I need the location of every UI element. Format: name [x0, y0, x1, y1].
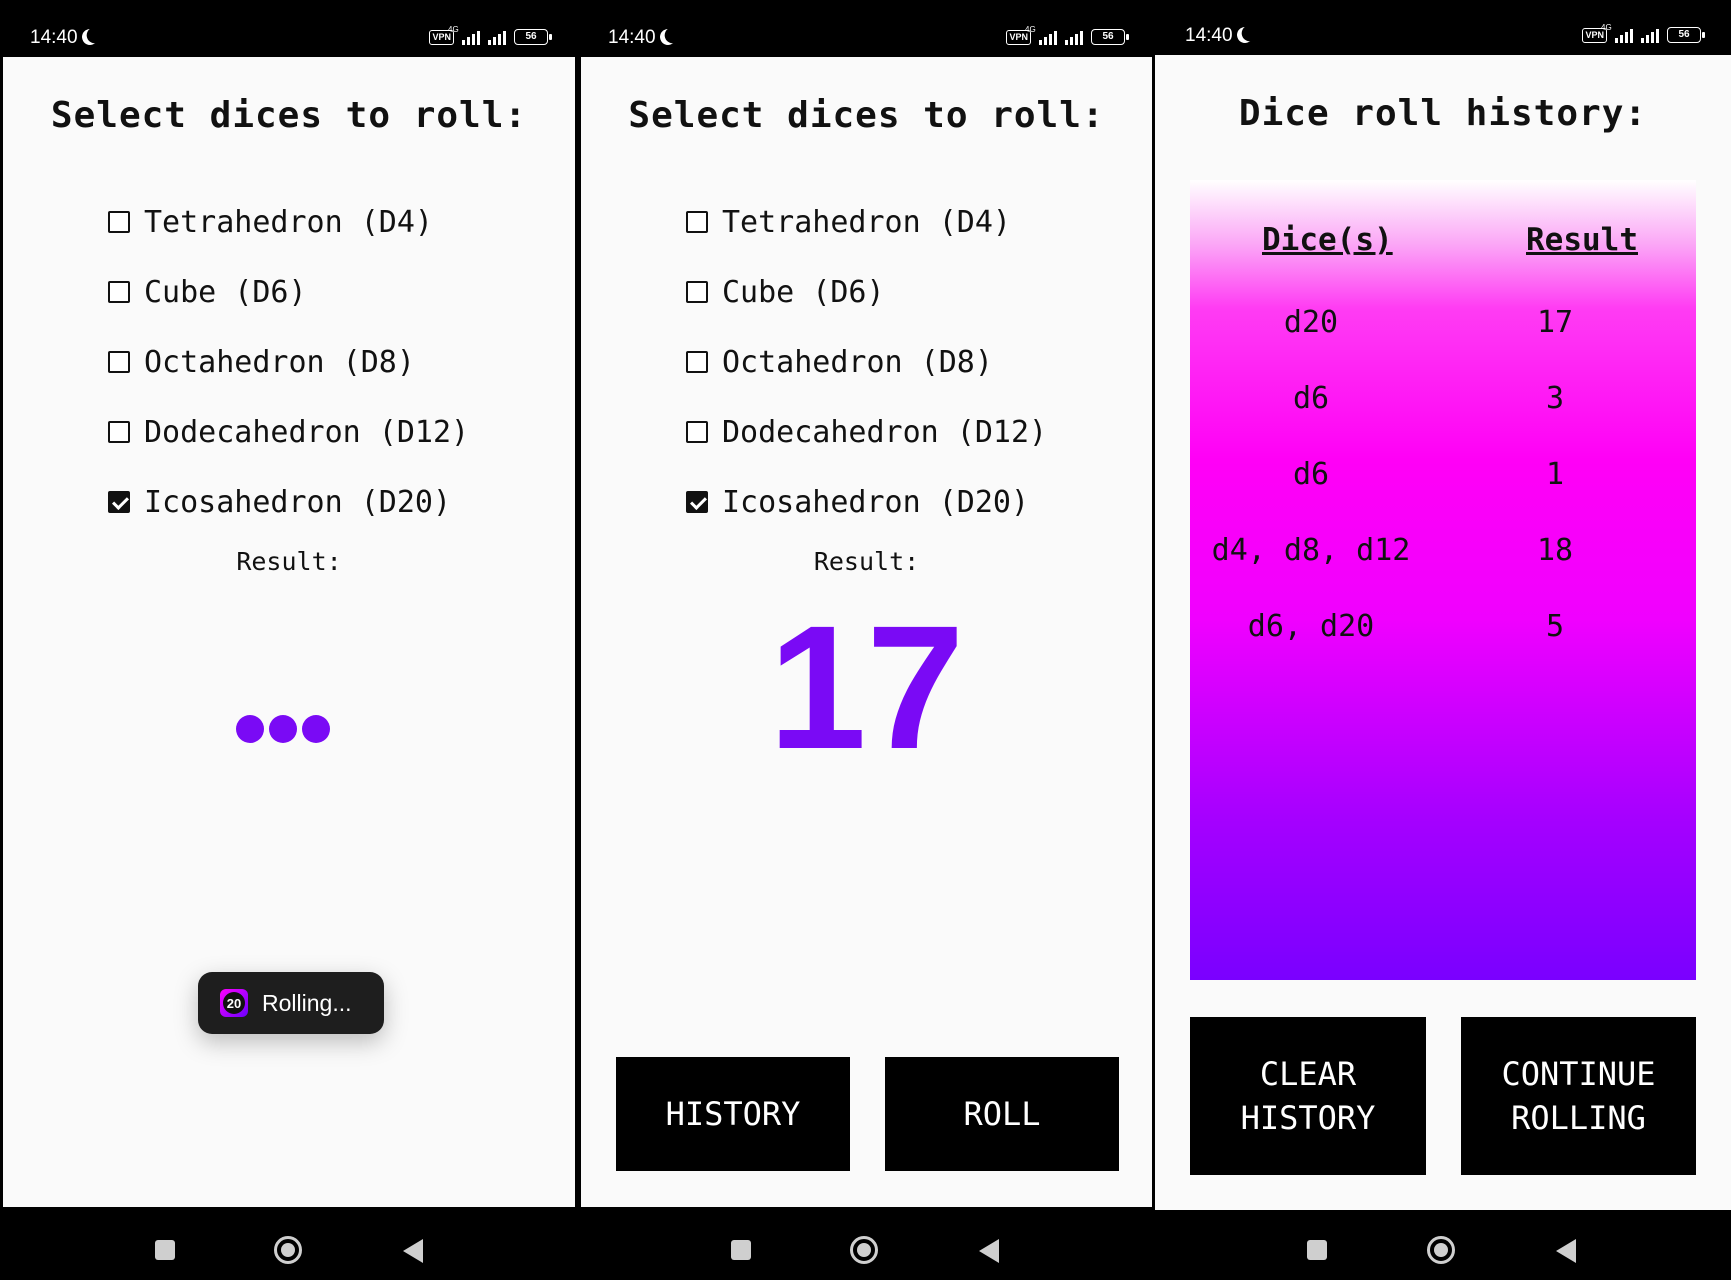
- rolling-toast: 20 Rolling...: [198, 972, 384, 1034]
- checkbox[interactable]: [686, 281, 708, 303]
- moon-icon: [1234, 25, 1255, 46]
- result-label: Result:: [236, 547, 342, 576]
- history-table: Dice(s) Result d20 17 d6 3 d6 1 d4, d8, d12…: [1190, 180, 1696, 980]
- dice-option-d12[interactable]: Dodecahedron (D12): [108, 397, 469, 467]
- table-row: d4, d8, d12 18: [1211, 533, 1574, 568]
- checkbox[interactable]: [108, 351, 130, 373]
- home-icon[interactable]: [850, 1236, 878, 1264]
- home-icon[interactable]: [274, 1236, 302, 1264]
- checkbox[interactable]: [108, 211, 130, 233]
- back-icon[interactable]: [1556, 1239, 1576, 1263]
- moon-icon: [657, 27, 678, 48]
- status-bar: 14:40 VPN 4G 56: [0, 0, 578, 57]
- back-icon[interactable]: [979, 1239, 999, 1263]
- moon-icon: [79, 27, 100, 48]
- nav-bar: [1155, 1210, 1731, 1280]
- checkbox[interactable]: [108, 421, 130, 443]
- dice-option-d4[interactable]: Tetrahedron (D4): [108, 187, 469, 257]
- table-row: d6 3: [1292, 381, 1565, 416]
- checkbox-checked[interactable]: [686, 491, 708, 513]
- checkbox[interactable]: [686, 351, 708, 373]
- phone-result: 14:40 VPN 4G 56 Select dices to roll: Te…: [578, 0, 1155, 1280]
- recent-apps-icon[interactable]: [1307, 1240, 1327, 1260]
- history-button[interactable]: HISTORY: [616, 1057, 850, 1171]
- dice-option-d4[interactable]: Tetrahedron (D4): [686, 187, 1047, 257]
- nav-bar: [578, 1210, 1155, 1280]
- phone-history: 14:40 VPN 4G 56 Dice roll history: Dice(…: [1155, 0, 1731, 1280]
- nav-bar: [0, 1210, 578, 1280]
- column-header-dice: Dice(s): [1262, 222, 1393, 258]
- column-header-result: Result: [1526, 222, 1638, 258]
- battery-icon: 56: [514, 29, 552, 45]
- signal-icon: [1065, 29, 1083, 45]
- roll-screen: Select dices to roll: Tetrahedron (D4) C…: [581, 57, 1152, 1207]
- checkbox[interactable]: [686, 421, 708, 443]
- dice-list: Tetrahedron (D4) Cube (D6) Octahedron (D…: [108, 187, 469, 537]
- signal-4g-icon: 4G: [1601, 23, 1633, 43]
- status-time: 14:40: [608, 27, 676, 49]
- roll-screen: Select dices to roll: Tetrahedron (D4) C…: [3, 57, 575, 1207]
- dice-option-d6[interactable]: Cube (D6): [686, 257, 1047, 327]
- result-value: 17: [768, 590, 965, 786]
- checkbox-checked[interactable]: [108, 491, 130, 513]
- page-title: Select dices to roll:: [50, 95, 528, 136]
- table-row: d6 1: [1292, 457, 1565, 492]
- roll-button[interactable]: ROLL: [885, 1057, 1119, 1171]
- dice-option-d20[interactable]: Icosahedron (D20): [686, 467, 1047, 537]
- signal-4g-icon: 4G: [448, 25, 480, 45]
- dice-option-d8[interactable]: Octahedron (D8): [686, 327, 1047, 397]
- checkbox[interactable]: [108, 281, 130, 303]
- status-time: 14:40: [30, 27, 98, 49]
- status-bar: 14:40 VPN 4G 56: [1155, 0, 1731, 55]
- result-label: Result:: [813, 547, 920, 576]
- home-icon[interactable]: [1427, 1236, 1455, 1264]
- dice-option-d12[interactable]: Dodecahedron (D12): [686, 397, 1047, 467]
- table-row: d20 17: [1283, 305, 1574, 340]
- signal-icon: [488, 29, 506, 45]
- dice-option-d6[interactable]: Cube (D6): [108, 257, 469, 327]
- status-bar: 14:40 VPN 4G 56: [578, 0, 1155, 57]
- loading-dots-icon: [236, 715, 330, 743]
- table-row: d6, d20 5: [1247, 609, 1565, 644]
- page-title: Select dices to roll:: [628, 95, 1105, 136]
- battery-icon: 56: [1667, 27, 1705, 43]
- dice-option-d8[interactable]: Octahedron (D8): [108, 327, 469, 397]
- phone-rolling: 14:40 VPN 4G 56 Select dices to roll: Te…: [0, 0, 578, 1280]
- signal-icon: [1641, 27, 1659, 43]
- app-icon: 20: [220, 989, 248, 1017]
- signal-4g-icon: 4G: [1025, 25, 1057, 45]
- continue-rolling-button[interactable]: CONTINUE ROLLING: [1461, 1017, 1696, 1175]
- checkbox[interactable]: [686, 211, 708, 233]
- dice-list: Tetrahedron (D4) Cube (D6) Octahedron (D…: [686, 187, 1047, 537]
- back-icon[interactable]: [403, 1239, 423, 1263]
- recent-apps-icon[interactable]: [731, 1240, 751, 1260]
- recent-apps-icon[interactable]: [155, 1240, 175, 1260]
- history-screen: Dice roll history: Dice(s) Result d20 17 …: [1155, 55, 1731, 1210]
- status-time: 14:40: [1185, 25, 1253, 47]
- clear-history-button[interactable]: CLEAR HISTORY: [1190, 1017, 1426, 1175]
- toast-text: Rolling...: [262, 989, 352, 1016]
- dice-option-d20[interactable]: Icosahedron (D20): [108, 467, 469, 537]
- page-title: Dice roll history:: [1238, 93, 1648, 134]
- battery-icon: 56: [1091, 29, 1129, 45]
